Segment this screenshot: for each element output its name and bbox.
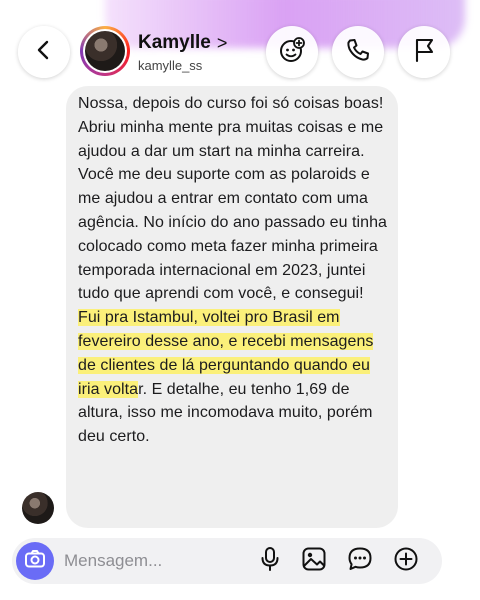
message-bubble[interactable]: Nossa, depois do curso foi só coisas boa… xyxy=(66,86,398,528)
back-button[interactable] xyxy=(18,26,70,78)
message-text-part-1: Nossa, depois do curso foi só coisas boa… xyxy=(78,95,387,303)
sticker-button[interactable] xyxy=(346,547,374,575)
phone-icon xyxy=(345,37,371,68)
contact-name-link[interactable]: Kamylle > xyxy=(138,32,227,54)
gallery-button[interactable] xyxy=(300,547,328,575)
report-flag-button[interactable] xyxy=(398,26,450,78)
chevron-right-icon: > xyxy=(216,32,228,53)
flag-icon xyxy=(412,37,436,68)
more-options-button[interactable] xyxy=(392,547,420,575)
contact-handle: kamylle_ss xyxy=(138,58,203,73)
contact-name: Kamylle xyxy=(138,32,211,53)
add-sticker-button[interactable] xyxy=(266,26,318,78)
voice-message-button[interactable] xyxy=(256,546,284,577)
contact-avatar[interactable] xyxy=(80,26,130,76)
contact-photo xyxy=(85,31,125,71)
message-input[interactable]: Mensagem... xyxy=(64,551,162,571)
camera-icon xyxy=(24,548,46,575)
chat-sticker-icon xyxy=(347,546,373,577)
chat-header: Kamylle > kamylle_ss xyxy=(0,0,480,100)
add-sticker-face-icon xyxy=(278,36,306,69)
camera-button[interactable] xyxy=(16,542,54,580)
call-button[interactable] xyxy=(332,26,384,78)
add-icon xyxy=(393,546,419,577)
message-composer: Mensagem... xyxy=(12,538,442,584)
sender-avatar[interactable] xyxy=(22,492,54,524)
gallery-icon xyxy=(301,546,327,577)
microphone-icon xyxy=(258,546,282,577)
back-arrow-icon xyxy=(33,39,55,66)
